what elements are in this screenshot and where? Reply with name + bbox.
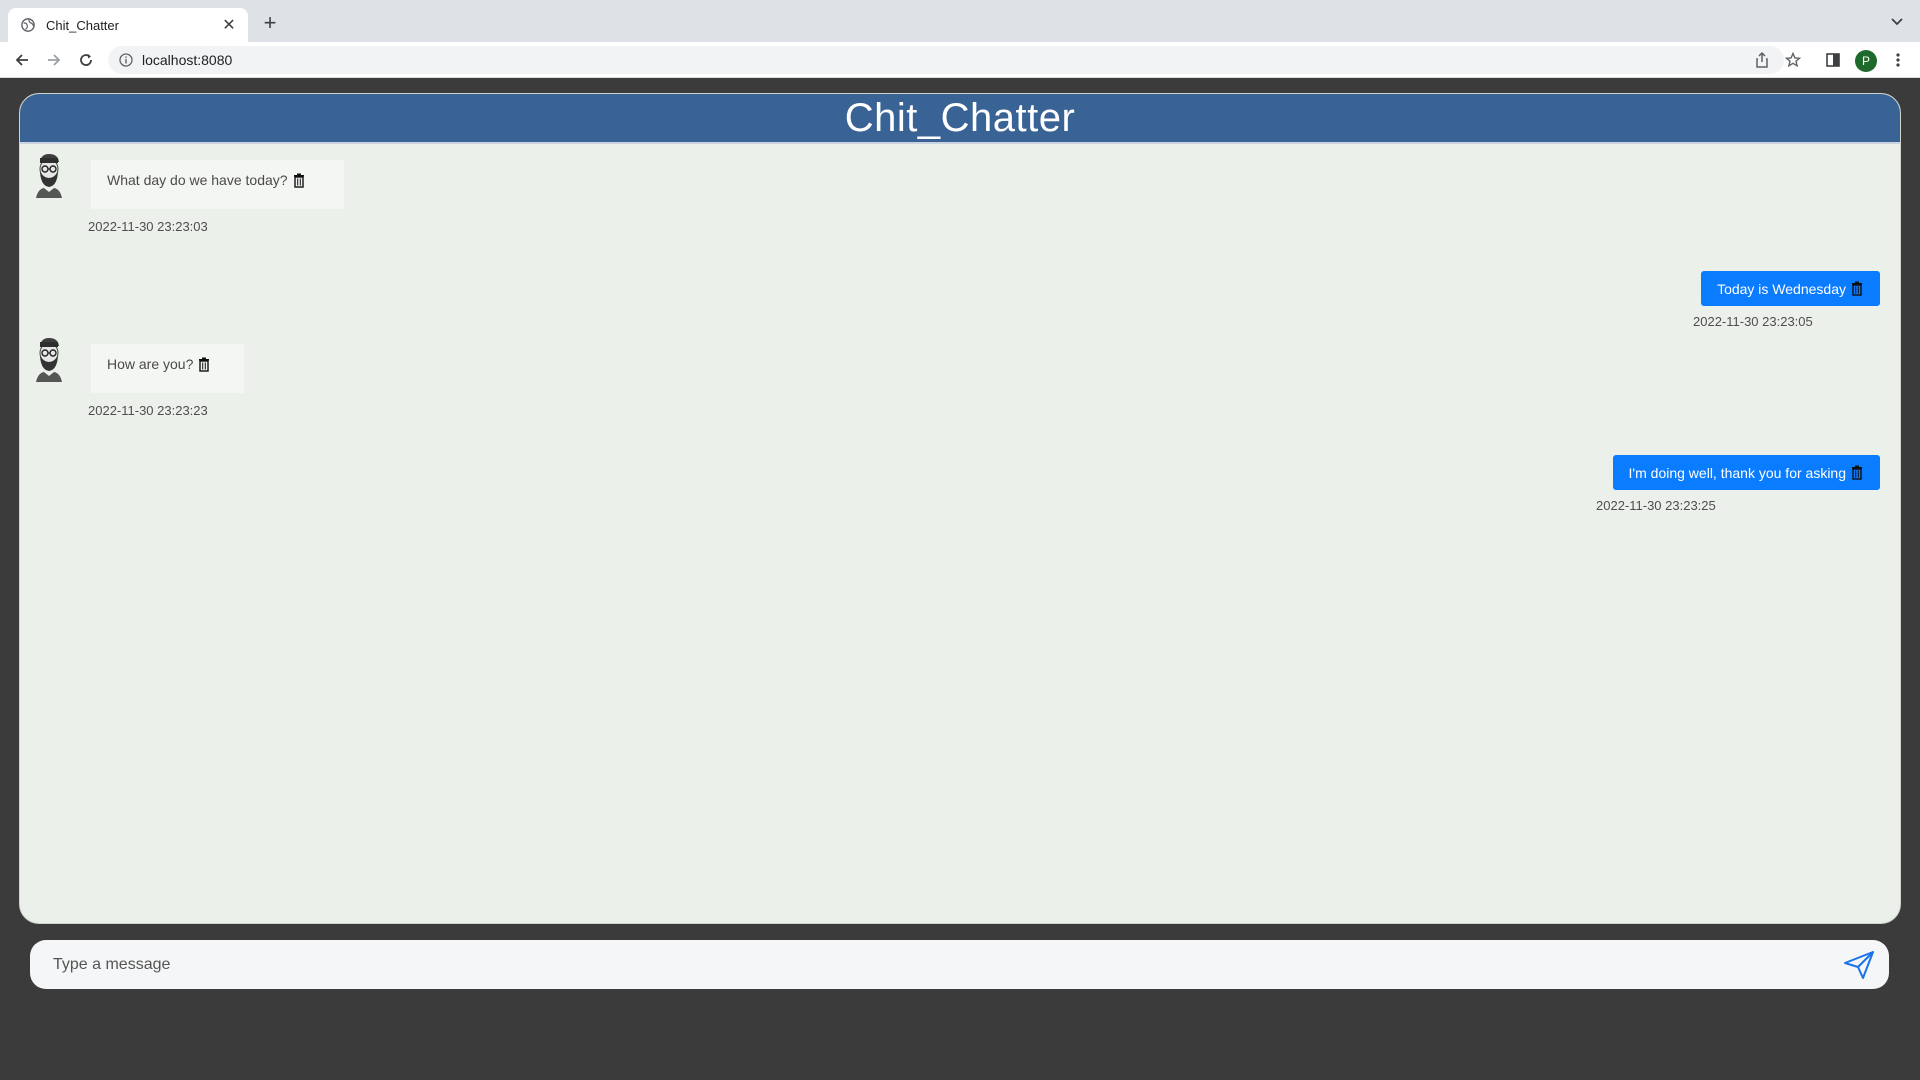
chat-header: Chit_Chatter xyxy=(20,94,1900,144)
browser-tabstrip: Chit_Chatter ✕ + xyxy=(0,0,1920,42)
forward-arrow-icon[interactable] xyxy=(42,48,66,72)
message-bubble-outgoing: I'm doing well, thank you for asking xyxy=(1612,455,1880,490)
tab-search-chevron-icon[interactable] xyxy=(1888,13,1906,31)
browser-toolbar: localhost:8080 P xyxy=(0,42,1920,78)
browser-tab-active[interactable]: Chit_Chatter ✕ xyxy=(8,8,248,42)
message-text: What day do we have today? xyxy=(107,172,288,188)
message-input[interactable] xyxy=(53,949,1813,980)
message-timestamp: 2022-11-30 23:23:03 xyxy=(88,219,208,234)
chat-window: Chit_Chatter What day do we have today? … xyxy=(19,93,1901,924)
message-text: How are you? xyxy=(107,356,194,372)
bearded-man-avatar-icon xyxy=(32,336,66,382)
message-timestamp: 2022-11-30 23:23:25 xyxy=(1596,498,1716,513)
send-icon[interactable] xyxy=(1843,950,1875,980)
trash-icon[interactable] xyxy=(292,172,306,188)
site-info-icon[interactable] xyxy=(118,52,134,68)
message-text: I'm doing well, thank you for asking xyxy=(1628,464,1846,481)
back-arrow-icon[interactable] xyxy=(10,48,34,72)
new-tab-button[interactable]: + xyxy=(258,11,282,35)
address-bar[interactable]: localhost:8080 xyxy=(108,46,1784,74)
trash-icon[interactable] xyxy=(197,356,211,372)
message-bubble-incoming: What day do we have today? xyxy=(91,160,344,209)
message-timestamp: 2022-11-30 23:23:23 xyxy=(88,403,208,418)
share-icon[interactable] xyxy=(1750,48,1774,72)
url-text: localhost:8080 xyxy=(142,52,233,68)
message-timestamp: 2022-11-30 23:23:05 xyxy=(1693,314,1813,329)
reload-icon[interactable] xyxy=(74,48,98,72)
message-text: Today is Wednesday xyxy=(1717,280,1846,297)
message-bubble-outgoing: Today is Wednesday xyxy=(1701,271,1880,306)
side-panel-icon[interactable] xyxy=(1821,48,1845,72)
browser-menu-icon[interactable] xyxy=(1886,48,1910,72)
tab-title: Chit_Chatter xyxy=(46,17,119,33)
page-title: Chit_Chatter xyxy=(844,95,1076,140)
message-bubble-incoming: How are you? xyxy=(91,344,244,393)
globe-icon xyxy=(20,17,36,33)
bookmark-star-icon[interactable] xyxy=(1781,48,1805,72)
message-composer xyxy=(30,940,1889,989)
profile-avatar[interactable]: P xyxy=(1855,50,1877,72)
trash-icon[interactable] xyxy=(1850,465,1864,481)
trash-icon[interactable] xyxy=(1850,281,1864,297)
bearded-man-avatar-icon xyxy=(32,152,66,198)
tab-close-icon[interactable]: ✕ xyxy=(220,15,238,35)
